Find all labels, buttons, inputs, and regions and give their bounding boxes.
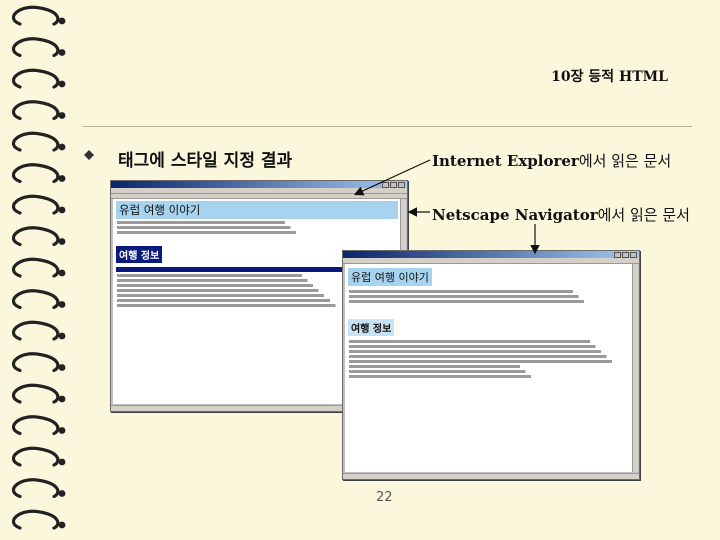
binding-hole (58, 521, 66, 529)
bullet-icon (84, 150, 94, 160)
binding-hole (58, 364, 66, 371)
ie-text-line (117, 221, 397, 224)
minimize-icon (382, 181, 389, 188)
spiral-ring (11, 289, 60, 310)
spiral-ring (11, 257, 60, 278)
spiral-ring (11, 320, 60, 341)
binding-hole (58, 206, 66, 214)
spiral-ring (11, 131, 60, 152)
ie-suffix: 에서 읽은 문서 (578, 152, 672, 170)
ie-name: Internet Explorer (432, 152, 579, 170)
ns-section-heading: 여행 정보 (348, 319, 395, 336)
binding-hole (58, 238, 66, 245)
binding-hole (58, 427, 66, 434)
binding-hole (58, 332, 66, 340)
spiral-ring (11, 446, 60, 467)
ns-text-line (349, 365, 629, 368)
binding-hole (58, 269, 66, 277)
ns-text-line (349, 355, 629, 358)
binding-hole (58, 395, 66, 403)
binding-hole (58, 143, 66, 151)
slide-title: 태그에 스타일 지정 결과 (118, 151, 293, 171)
spiral-ring (11, 383, 60, 404)
ie-label: Internet Explorer에서 읽은 문서 (432, 150, 671, 171)
ns-text-line (349, 340, 629, 343)
ns-text-line (349, 295, 629, 298)
ns-page-heading: 유럽 여행 이야기 (348, 268, 432, 286)
ns-text-line (349, 345, 629, 348)
spiral-ring (11, 194, 60, 215)
chapter-header: 10장 등적 HTML (551, 69, 668, 85)
binding-hole (58, 301, 66, 308)
spiral-ring (11, 415, 60, 436)
ns-scrollbar (632, 264, 638, 472)
ns-statusbar (343, 473, 639, 479)
spiral-ring (11, 226, 60, 247)
spiral-ring (11, 163, 60, 184)
spiral-ring (11, 478, 60, 499)
spiral-ring (11, 100, 60, 121)
maximize-icon (390, 181, 397, 188)
close-icon (398, 181, 405, 188)
binding-hole (58, 112, 66, 119)
spiral-ring (11, 37, 60, 58)
ns-label: Netscape Navigator에서 읽은 문서 (432, 204, 690, 225)
header-divider (82, 126, 692, 127)
binding-hole (58, 175, 66, 182)
spiral-ring (11, 68, 60, 89)
maximize-icon (622, 251, 629, 258)
spiral-binding (11, 5, 66, 530)
ns-text-line (349, 375, 629, 378)
binding-hole (58, 80, 66, 88)
ns-titlebar (343, 251, 639, 258)
page-number: 22 (376, 490, 393, 505)
spiral-ring (11, 352, 60, 373)
ns-page-content: 유럽 여행 이야기 여행 정보 (345, 264, 633, 472)
ns-text-line (349, 350, 629, 353)
ns-text-line (349, 360, 629, 363)
binding-hole (58, 49, 66, 56)
ie-text-line (117, 231, 397, 234)
ie-section-heading: 여행 정보 (116, 246, 163, 263)
ie-text-line (117, 226, 397, 229)
binding-hole (58, 458, 66, 466)
spiral-ring (11, 5, 60, 26)
close-icon (630, 251, 637, 258)
ns-text-line (349, 300, 629, 303)
ns-text-line (349, 290, 629, 293)
ns-text-line (349, 370, 629, 373)
binding-hole (58, 490, 66, 497)
ie-titlebar (111, 181, 407, 188)
netscape-browser-screenshot: 유럽 여행 이야기 여행 정보 (342, 250, 640, 480)
ie-page-heading: 유럽 여행 이야기 (116, 201, 398, 219)
ns-name: Netscape Navigator (432, 206, 598, 224)
ns-suffix: 에서 읽은 문서 (597, 206, 690, 224)
minimize-icon (614, 251, 621, 258)
binding-hole (58, 17, 66, 25)
spiral-ring (11, 509, 60, 530)
